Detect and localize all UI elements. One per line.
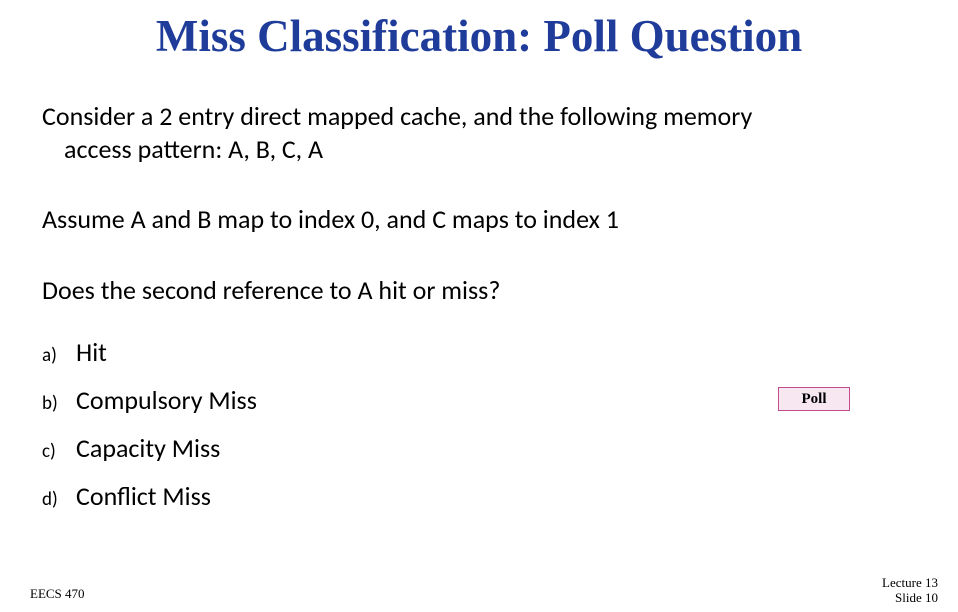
footer-course: EECS 470 — [30, 586, 85, 602]
paragraph-question: Does the second reference to A hit or mi… — [42, 274, 916, 307]
option-d-text: Conflict Miss — [76, 480, 211, 512]
option-c-marker: c) — [42, 440, 76, 463]
option-c-text: Capacity Miss — [76, 432, 220, 464]
option-c: c) Capacity Miss — [42, 432, 916, 464]
footer-lecture: Lecture 13 Slide 10 — [882, 575, 938, 606]
option-a-text: Hit — [76, 336, 107, 368]
options-list: a) Hit b) Compulsory Miss c) Capacity Mi… — [42, 336, 916, 512]
footer-lecture-num: Lecture 13 — [882, 575, 938, 590]
slide-body: Consider a 2 entry direct mapped cache, … — [0, 100, 958, 512]
option-d: d) Conflict Miss — [42, 480, 916, 512]
para1-line2: access pattern: A, B, C, A — [64, 133, 323, 165]
slide: Miss Classification: Poll Question Consi… — [0, 0, 958, 612]
poll-button[interactable]: Poll — [778, 387, 850, 411]
option-d-marker: d) — [42, 488, 76, 511]
option-a-marker: a) — [42, 344, 76, 367]
footer-slide-num: Slide 10 — [895, 590, 938, 605]
option-a: a) Hit — [42, 336, 916, 368]
paragraph-assume: Assume A and B map to index 0, and C map… — [42, 203, 916, 236]
option-b-marker: b) — [42, 392, 76, 415]
option-b-text: Compulsory Miss — [76, 384, 257, 416]
para1-line1: Consider a 2 entry direct mapped cache, … — [42, 100, 752, 132]
paragraph-setup: Consider a 2 entry direct mapped cache, … — [42, 100, 916, 165]
page-title: Miss Classification: Poll Question — [0, 0, 958, 62]
